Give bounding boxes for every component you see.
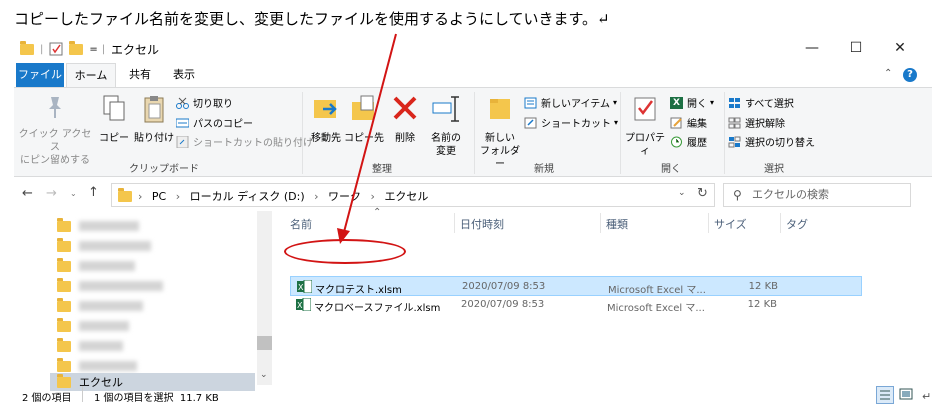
annotation-arrow-icon [337,33,397,244]
paragraph-mark: ↵ [922,390,932,403]
